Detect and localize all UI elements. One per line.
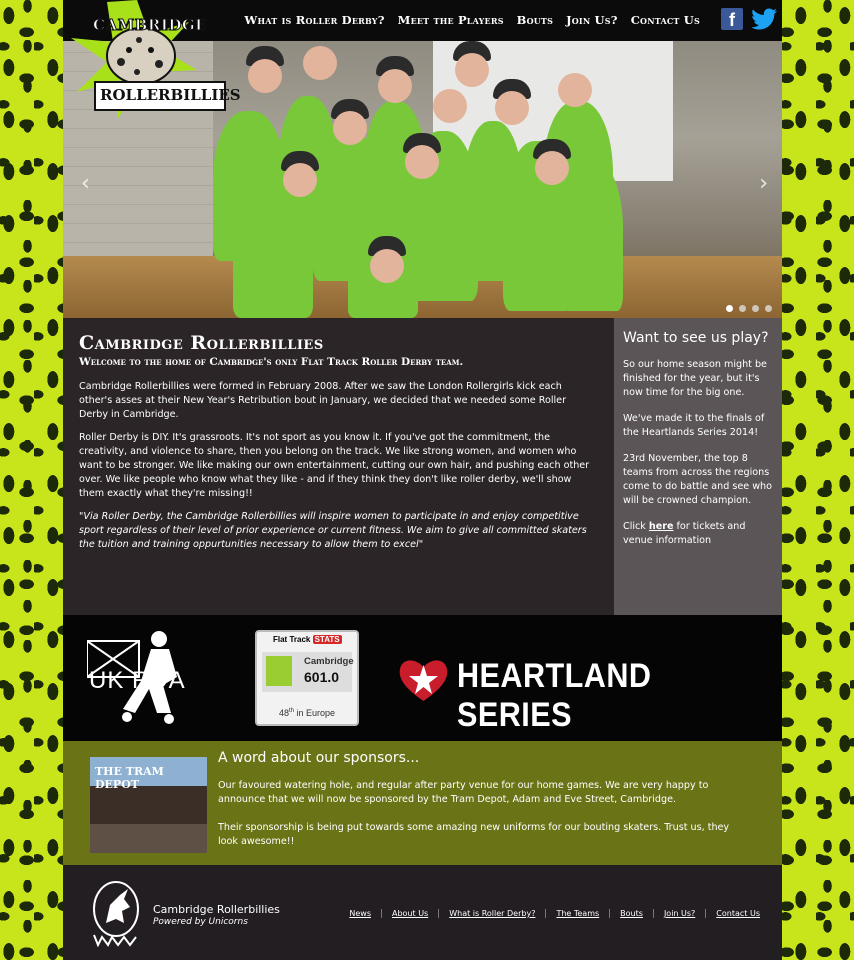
- nav-bouts[interactable]: Bouts: [517, 13, 553, 27]
- main-nav: What is Roller Derby? Meet the Players B…: [244, 13, 700, 27]
- tram-depot-photo: THE TRAM DEPOT: [90, 757, 207, 853]
- slider-prev-arrow[interactable]: ‹: [81, 171, 90, 196]
- panel-paragraph: 23rd November, the top 8 teams from acro…: [623, 453, 772, 506]
- intro-subtitle: Welcome to the home of Cambridge's only …: [79, 356, 464, 368]
- panel-paragraph: Click here for tickets and venue informa…: [623, 521, 746, 546]
- intro-paragraph: Cambridge Rollerbillies were formed in F…: [79, 381, 567, 420]
- social-links: f: [721, 8, 778, 30]
- intro-paragraph: Roller Derby is DIY. It's grassroots. It…: [79, 432, 590, 499]
- footer-link-bouts[interactable]: Bouts: [609, 909, 653, 918]
- twitter-icon[interactable]: [752, 8, 778, 30]
- nav-what-is-roller-derby[interactable]: What is Roller Derby?: [244, 13, 384, 27]
- slider-dot[interactable]: [726, 305, 733, 312]
- footer-link-join-us[interactable]: Join Us?: [652, 909, 705, 918]
- site-logo[interactable]: CAMBRIDGE ROLLERBILLIES: [67, 0, 241, 132]
- flat-track-stats-widget[interactable]: Flat Track STATS Cambridge 601.0 48th in…: [255, 630, 359, 726]
- footer-link-news[interactable]: News: [339, 909, 381, 918]
- footer-nav: News About Us What is Roller Derby? The …: [339, 909, 770, 918]
- panel-paragraph: So our home season might be finished for…: [623, 359, 767, 398]
- nav-join-us[interactable]: Join Us?: [566, 13, 618, 27]
- tram-depot-sign: THE TRAM DEPOT: [95, 765, 164, 791]
- stats-badge: STATS: [312, 635, 342, 644]
- footer-link-the-teams[interactable]: The Teams: [545, 909, 609, 918]
- see-us-play-panel: Want to see us play? So our home season …: [614, 318, 782, 615]
- unicorn-logo-icon: [93, 881, 139, 947]
- slider-dot[interactable]: [739, 305, 746, 312]
- facebook-icon[interactable]: f: [721, 8, 743, 30]
- slider-dots: [726, 305, 772, 312]
- footer: Cambridge Rollerbillies Powered by Unico…: [63, 865, 782, 960]
- nav-contact-us[interactable]: Contact Us: [631, 13, 700, 27]
- sponsors-paragraph: Our favoured watering hole, and regular …: [218, 780, 709, 805]
- logo-text-bottom: ROLLERBILLIES: [100, 86, 241, 104]
- sponsors-section: THE TRAM DEPOT A word about our sponsors…: [63, 741, 782, 865]
- tickets-link[interactable]: here: [649, 521, 674, 532]
- ukrda-text: UK RDA: [89, 667, 186, 694]
- panel-paragraph: We've made it to the finals of the Heart…: [623, 413, 765, 438]
- heartland-series-title[interactable]: HEARTLAND SERIES: [457, 657, 750, 735]
- footer-link-contact-us[interactable]: Contact Us: [705, 909, 770, 918]
- team-thumbnail: [266, 656, 292, 686]
- slider-dot[interactable]: [765, 305, 772, 312]
- page-frame: What is Roller Derby? Meet the Players B…: [63, 0, 782, 960]
- affiliations-strip: UK RDA Flat Track STATS Cambridge 601.0 …: [63, 615, 782, 741]
- footer-subtitle: Powered by Unicorns: [153, 917, 248, 927]
- footer-link-about-us[interactable]: About Us: [381, 909, 438, 918]
- footer-link-what-is-roller-derby[interactable]: What is Roller Derby?: [438, 909, 545, 918]
- stats-rank: 48th in Europe: [278, 708, 336, 718]
- intro-section: Cambridge Rollerbillies Welcome to the h…: [63, 318, 614, 615]
- stats-header: Flat Track STATS: [273, 635, 342, 644]
- heartland-star-icon: [399, 660, 448, 701]
- panel-title: Want to see us play?: [623, 330, 769, 346]
- footer-title: Cambridge Rollerbillies: [153, 903, 280, 916]
- team-photo-skater: [563, 161, 623, 311]
- stats-body: Cambridge 601.0: [262, 652, 354, 692]
- mission-quote: "Via Roller Derby, the Cambridge Rollerb…: [79, 511, 587, 550]
- team-photo-skater: [233, 201, 313, 318]
- stats-score: 601.0: [304, 669, 340, 685]
- stats-team: Cambridge: [304, 656, 354, 667]
- logo-text-top: CAMBRIDGE: [92, 16, 208, 35]
- slider-next-arrow[interactable]: ›: [759, 171, 768, 196]
- sponsors-paragraph: Their sponsorship is being put towards s…: [218, 822, 730, 847]
- sponsors-title: A word about our sponsors...: [218, 750, 420, 766]
- nav-meet-the-players[interactable]: Meet the Players: [398, 13, 504, 27]
- ukrda-logo[interactable]: UK RDA: [87, 629, 212, 725]
- slider-dot[interactable]: [752, 305, 759, 312]
- intro-title: Cambridge Rollerbillies: [79, 332, 324, 354]
